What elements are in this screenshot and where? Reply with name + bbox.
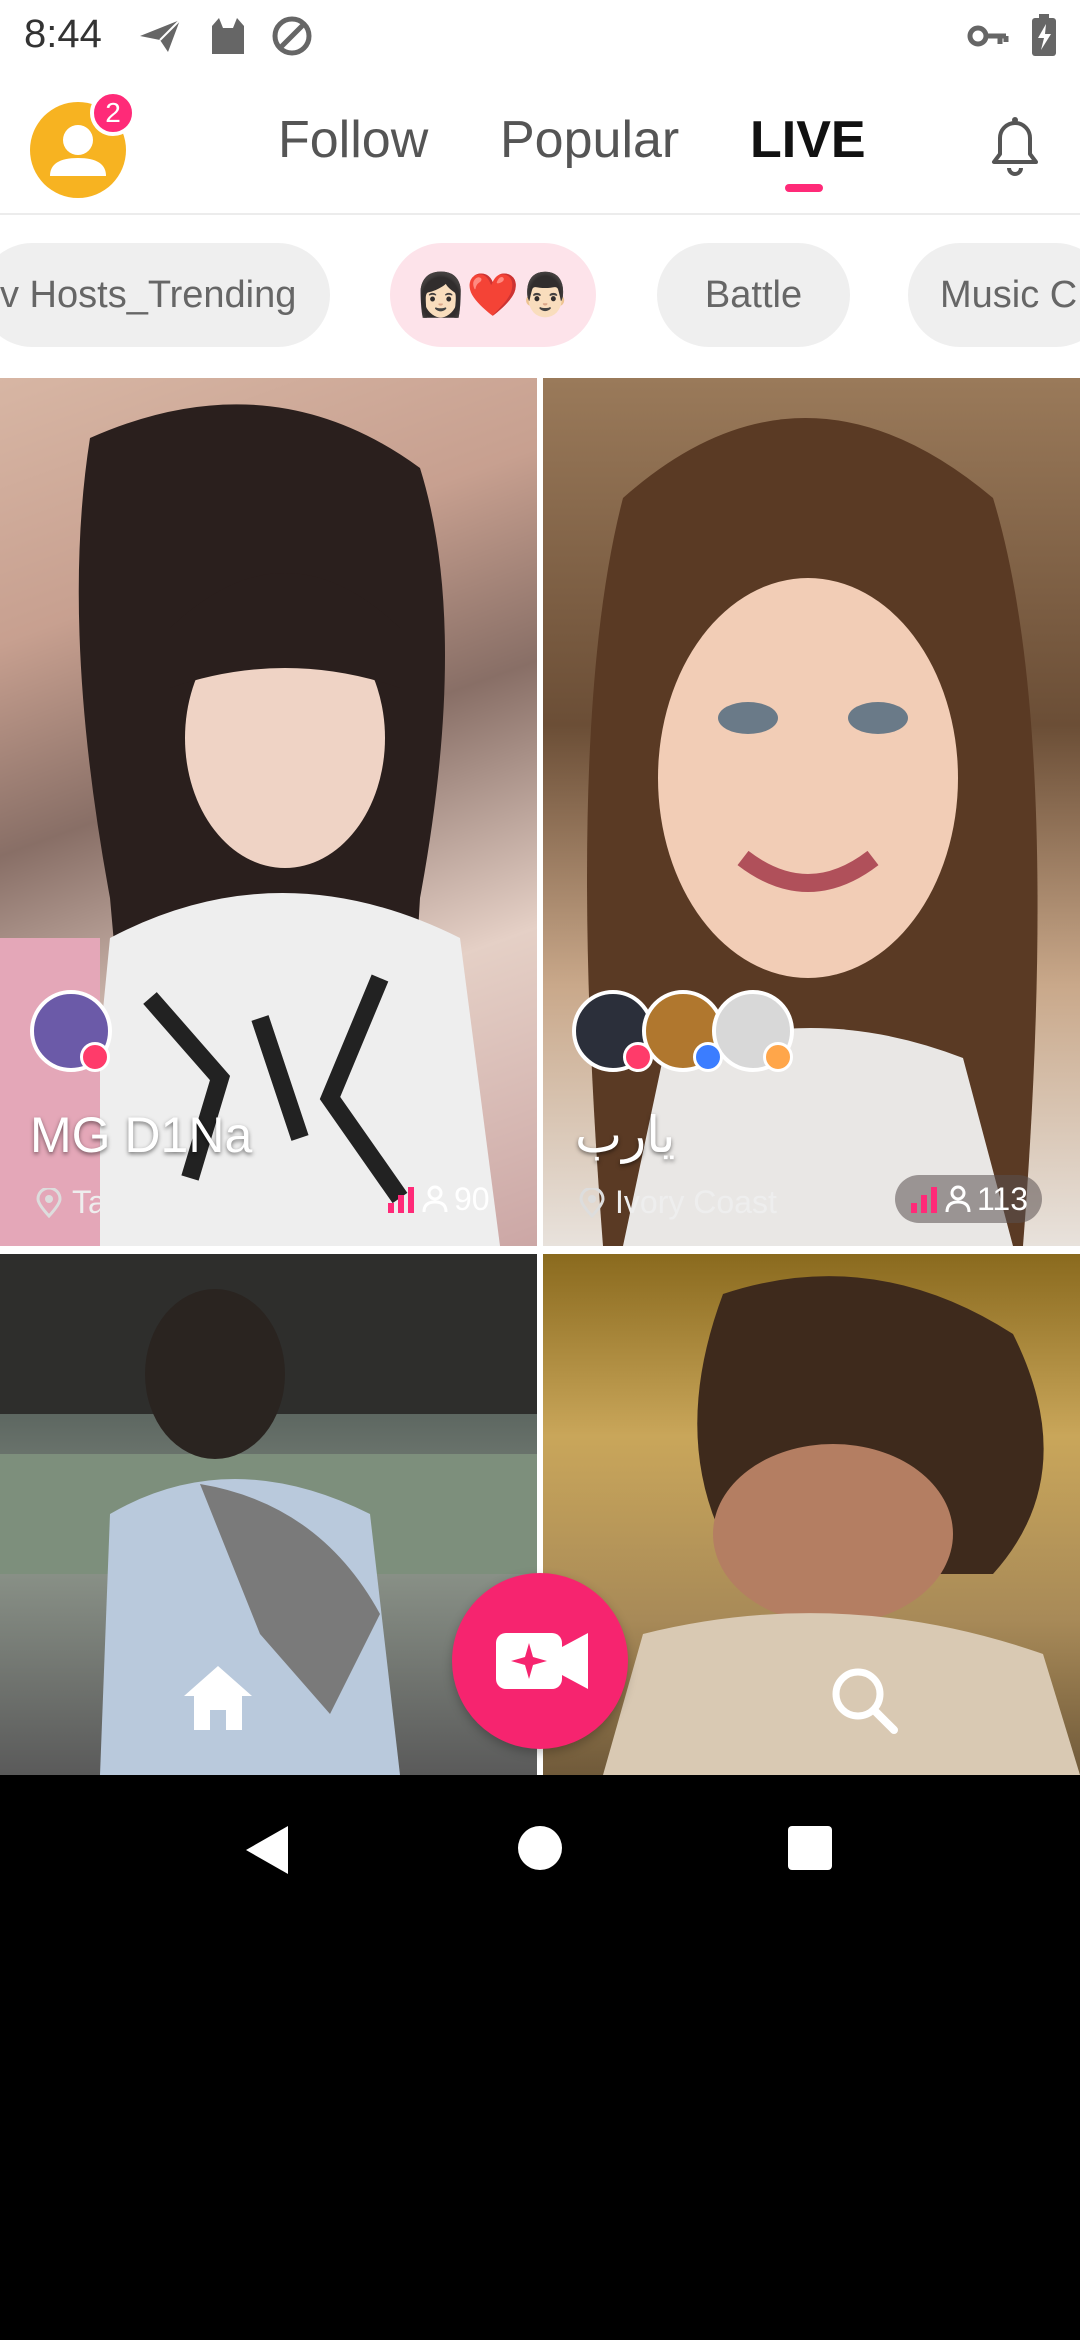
header-divider [0,213,1080,215]
bell-icon[interactable] [980,108,1050,178]
live-card-2[interactable]: يارب Ivory Coast 113 [543,378,1080,1246]
notification-count-badge: 2 [90,90,136,136]
location-pin-icon [579,1187,605,1218]
host-name: MG D1Na [30,1107,253,1163]
viewer-count: 90 [372,1175,504,1223]
signal-bars-icon [911,1187,937,1213]
host-location: Ivory Coast [579,1184,777,1221]
active-tab-indicator [785,184,823,192]
location-text: Ivory Coast [615,1184,777,1220]
live-camera-icon [496,1633,588,1689]
chip-battle[interactable]: Battle [657,243,850,347]
guest-1-badge [623,1042,653,1072]
status-time: 8:44 [24,12,102,56]
at-sign-icon [272,16,312,56]
recents-icon[interactable] [786,1824,834,1872]
host-location: Taiwan [36,1184,172,1221]
go-live-button[interactable] [452,1573,628,1749]
search-icon[interactable] [826,1662,902,1738]
tab-live[interactable]: LIVE [750,110,866,170]
viewer-person-icon [945,1185,971,1213]
status-bar: 8:44 [0,0,1080,72]
signal-bars-icon [388,1187,414,1213]
battery-charging-icon [1032,14,1056,56]
tab-follow[interactable]: Follow [278,110,428,170]
host-gender-badge [80,1042,110,1072]
viewer-count-text: 113 [977,1180,1029,1217]
send-icon [140,19,181,52]
host-name: يارب [575,1107,676,1163]
chip-label: Battle [704,274,803,316]
cat-icon [212,18,244,54]
home-circle-icon[interactable] [516,1824,564,1872]
guest-3-badge [763,1042,793,1072]
location-text: Taiwan [72,1184,172,1220]
chip-label: 👩🏻❤️👨🏻 [414,271,572,318]
tab-popular[interactable]: Popular [500,110,679,170]
viewer-count: 113 [895,1175,1043,1223]
chip-music[interactable]: Music C [908,243,1080,347]
key-icon [967,25,1009,47]
chip-label: v Hosts_Trending [0,274,297,316]
home-icon[interactable] [180,1662,256,1734]
back-icon[interactable] [240,1822,296,1878]
chip-label: Music C [940,274,1078,316]
live-card-1[interactable]: MG D1Na Taiwan 90 [0,378,537,1246]
app-screen: 8:44 2 Follow Popular LIVE v Hosts_Trend… [0,0,1080,1775]
viewer-count-text: 90 [454,1180,490,1217]
guest-2-badge [693,1042,723,1072]
chip-couple-emoji[interactable]: 👩🏻❤️👨🏻 [390,243,596,347]
viewer-person-icon [422,1185,448,1213]
chip-hosts-trending[interactable]: v Hosts_Trending [0,243,330,347]
location-pin-icon [36,1187,62,1218]
